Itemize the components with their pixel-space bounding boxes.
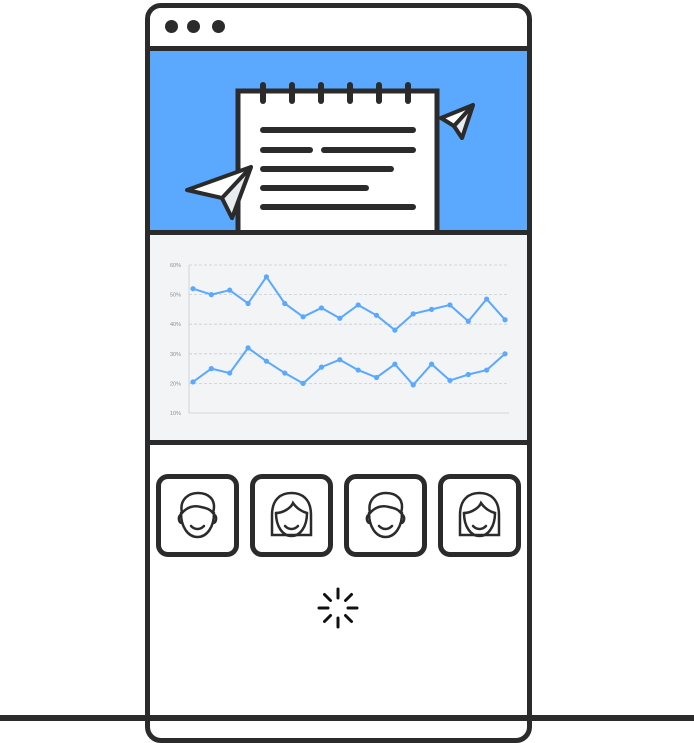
- data-point[interactable]: [373, 374, 380, 381]
- data-point[interactable]: [263, 358, 270, 364]
- window-control-dot[interactable]: [187, 20, 200, 33]
- y-tick-label: 60%: [170, 263, 181, 269]
- loading-spinner-icon: [317, 587, 359, 629]
- data-point[interactable]: [208, 366, 214, 372]
- avatar-card[interactable]: [250, 474, 333, 557]
- window-control-dot[interactable]: [165, 20, 178, 33]
- data-point[interactable]: [502, 351, 508, 357]
- data-point[interactable]: [355, 302, 361, 308]
- avatar-card[interactable]: [156, 474, 239, 557]
- data-point[interactable]: [465, 318, 471, 324]
- data-point[interactable]: [392, 361, 398, 367]
- hero-illustration: [185, 82, 475, 230]
- data-point[interactable]: [282, 370, 288, 376]
- data-point[interactable]: [392, 327, 398, 333]
- female-avatar-icon: [270, 491, 313, 538]
- data-point[interactable]: [447, 302, 453, 308]
- data-point[interactable]: [227, 370, 233, 376]
- female-avatar-icon: [458, 491, 501, 538]
- data-point[interactable]: [410, 382, 416, 388]
- data-point[interactable]: [465, 371, 471, 378]
- data-point[interactable]: [263, 274, 270, 280]
- data-point[interactable]: [245, 345, 251, 351]
- data-point[interactable]: [337, 357, 343, 363]
- hero-banner: [150, 51, 527, 235]
- data-point[interactable]: [484, 296, 490, 302]
- data-point[interactable]: [502, 317, 508, 323]
- male-avatar-icon: [177, 491, 218, 539]
- window-control-dot[interactable]: [212, 20, 225, 33]
- ground-line: [0, 715, 694, 721]
- male-avatar-icon: [365, 491, 406, 539]
- browser-window: 60% 50% 40% 30% 20% 10%: [145, 3, 532, 743]
- data-point[interactable]: [208, 292, 214, 298]
- y-tick-label: 30%: [170, 352, 181, 358]
- avatar-card[interactable]: [344, 474, 427, 557]
- data-point[interactable]: [190, 379, 196, 385]
- line-chart-panel: 60% 50% 40% 30% 20% 10%: [150, 235, 527, 445]
- y-tick-label: 20%: [170, 381, 181, 387]
- y-tick-label: 40%: [170, 322, 181, 328]
- paper-plane-icon: [439, 103, 475, 140]
- series-line-1: [192, 275, 506, 332]
- y-tick-label: 10%: [170, 411, 181, 417]
- data-point[interactable]: [337, 315, 343, 321]
- data-point[interactable]: [282, 300, 288, 307]
- data-point[interactable]: [428, 306, 435, 312]
- data-point[interactable]: [318, 364, 325, 370]
- data-point[interactable]: [373, 312, 380, 318]
- data-point[interactable]: [318, 305, 325, 311]
- data-point[interactable]: [410, 311, 416, 317]
- data-point[interactable]: [428, 361, 435, 367]
- data-point[interactable]: [227, 287, 233, 293]
- line-chart: 60% 50% 40% 30% 20% 10%: [170, 263, 509, 417]
- data-point[interactable]: [190, 286, 196, 292]
- data-point[interactable]: [484, 367, 490, 373]
- data-point[interactable]: [245, 300, 251, 307]
- data-point[interactable]: [300, 314, 306, 320]
- title-bar: [150, 8, 527, 51]
- y-tick-label: 50%: [170, 293, 181, 299]
- data-point[interactable]: [300, 380, 306, 386]
- data-point[interactable]: [355, 367, 361, 373]
- notepad-icon: [235, 82, 440, 230]
- avatar-card[interactable]: [438, 474, 521, 557]
- data-point[interactable]: [447, 377, 453, 384]
